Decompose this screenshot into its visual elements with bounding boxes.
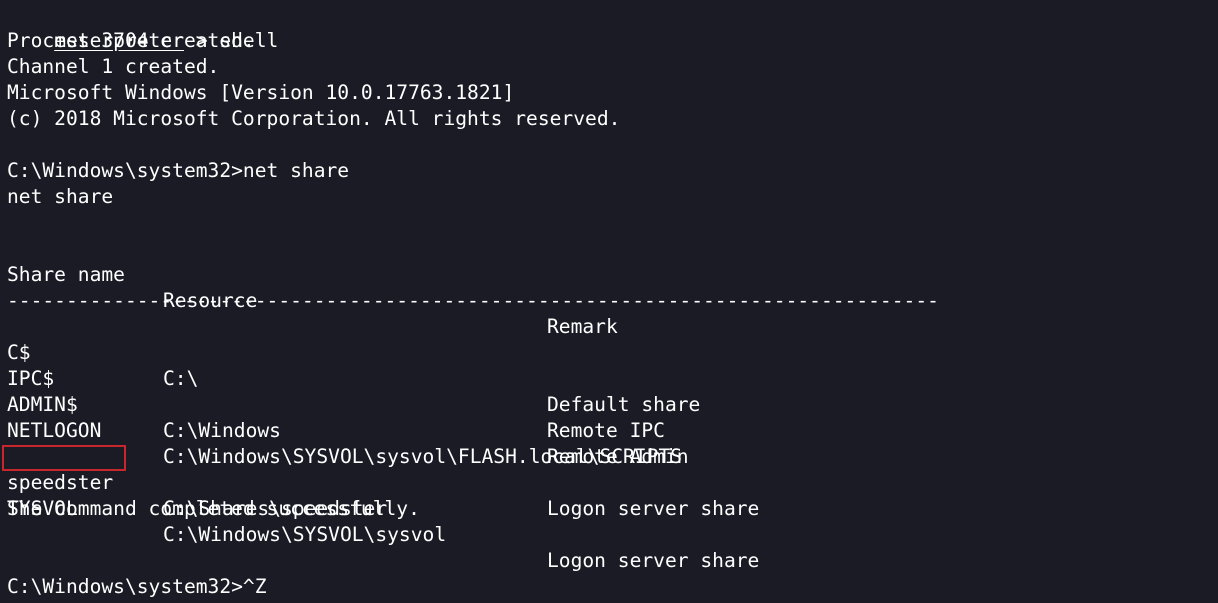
output-line: Process 3704 created. <box>7 29 255 52</box>
table-row: SYSVOL C:\Windows\SYSVOL\sysvol Logon se… <box>7 470 1107 572</box>
remark-cell: Logon server share <box>547 549 760 572</box>
cmd-prompt-net-share: C:\Windows\system32>net share <box>7 159 350 182</box>
resource-cell: C:\Windows\SYSVOL\sysvol <box>163 523 447 546</box>
highlight-box-speedster <box>2 445 126 471</box>
cmd-prompt-current[interactable]: C:\Windows\system32>^Z <box>7 574 267 600</box>
table-separator: ----------------------------------------… <box>7 289 939 312</box>
output-line: (c) 2018 Microsoft Corporation. All righ… <box>7 107 621 130</box>
terminal-window[interactable]: meterpreter > shell Process 3704 created… <box>0 0 1218 603</box>
remark-cell: Logon server share <box>547 497 760 520</box>
table-row: Logon server share <box>7 418 1107 520</box>
table-header-row: Share name Resource Remark <box>7 236 1107 338</box>
meterpreter-prompt-line: meterpreter > shell <box>7 2 278 52</box>
table-row: ADMIN$ C:\Windows Remote Admin <box>7 366 1107 468</box>
command-echo: net share <box>7 185 114 208</box>
table-row: C$ C:\ Default share <box>7 314 1107 416</box>
output-line: Microsoft Windows [Version 10.0.17763.18… <box>7 81 515 104</box>
completion-message: The command completed successfully. <box>7 497 420 520</box>
table-row: NETLOGON C:\Windows\SYSVOL\sysvol\FLASH.… <box>7 392 1107 468</box>
output-line: Channel 1 created. <box>7 55 220 78</box>
table-row: speedster C:\Shares\speedster <box>7 444 1107 520</box>
header-share-name: Share name <box>7 263 125 286</box>
table-row: IPC$ Remote IPC <box>7 340 1107 442</box>
